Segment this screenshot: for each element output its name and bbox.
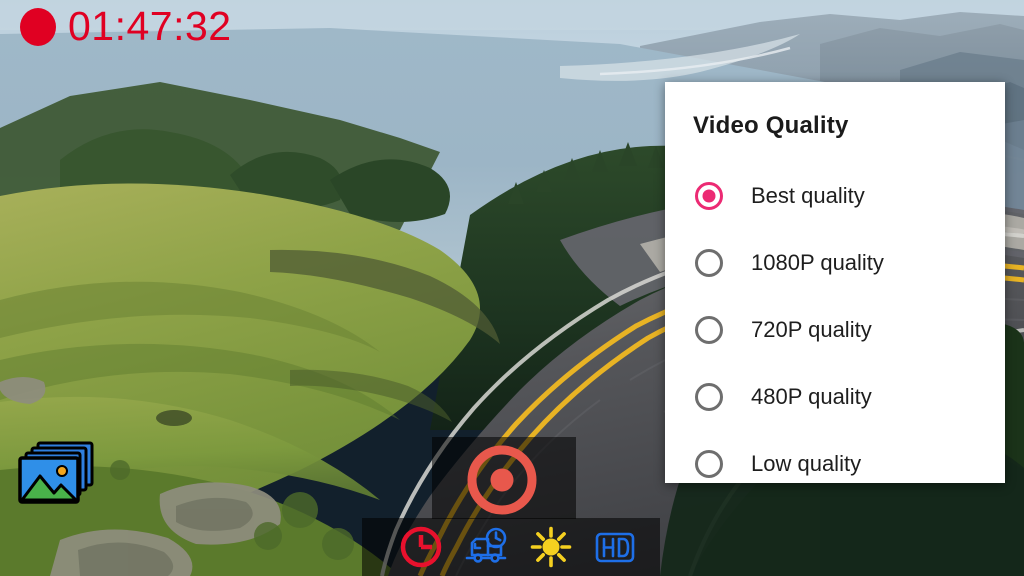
parking-mode-button[interactable] [458, 518, 516, 576]
record-circle-icon [467, 445, 537, 515]
camera-toolbar [362, 518, 660, 576]
radio-button[interactable] [695, 315, 723, 344]
gallery-button[interactable] [16, 440, 96, 506]
quality-option-label: 480P quality [751, 383, 872, 409]
dialog-title: Video Quality [693, 112, 849, 139]
record-button[interactable] [466, 444, 538, 516]
video-quality-dialog: Video Quality Best quality 1080P quality… [665, 82, 1005, 483]
quality-option-label: Low quality [751, 450, 862, 476]
record-dot-icon [20, 7, 56, 46]
camera-preview-screen: 01:47:32 Video Quality Best quality 1080… [0, 0, 1024, 576]
radio-button[interactable] [695, 449, 723, 478]
sun-icon [530, 526, 572, 568]
clock-icon [400, 526, 442, 568]
radio-button[interactable] [695, 248, 723, 277]
quality-option-best[interactable]: Best quality [665, 162, 1005, 229]
quality-option-low[interactable]: Low quality [665, 430, 1005, 497]
quality-option-720p[interactable]: 720P quality [665, 296, 1005, 363]
radio-button[interactable] [695, 382, 723, 411]
quality-option-1080p[interactable]: 1080P quality [665, 229, 1005, 296]
truck-clock-icon [465, 527, 507, 563]
quality-option-480p[interactable]: 480P quality [665, 363, 1005, 430]
recording-status: 01:47:32 [20, 6, 232, 47]
recording-duration-button[interactable] [392, 518, 450, 576]
gallery-photos-icon [18, 441, 94, 504]
quality-option-label: Best quality [751, 182, 865, 208]
hd-icon [595, 532, 635, 563]
exposure-button[interactable] [522, 518, 580, 576]
radio-button-selected[interactable] [695, 181, 723, 210]
quality-option-label: 720P quality [751, 316, 872, 342]
hd-quality-button[interactable] [586, 518, 644, 576]
quality-option-label: 1080P quality [751, 249, 884, 275]
recording-elapsed-time: 01:47:32 [68, 3, 232, 49]
quality-options-list: Best quality 1080P quality 720P quality … [665, 162, 1005, 497]
